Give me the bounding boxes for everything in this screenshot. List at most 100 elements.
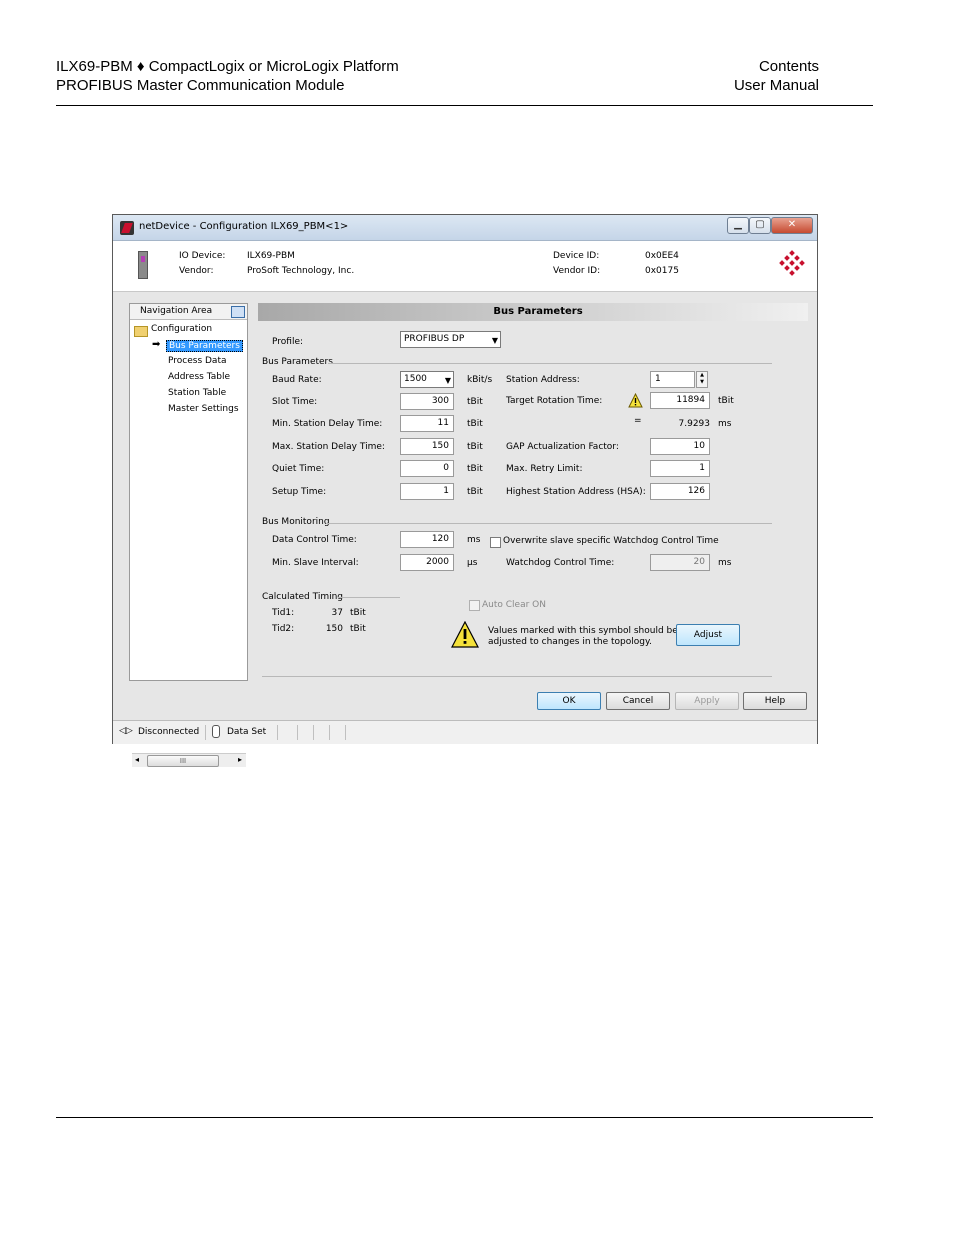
nav-item-station-table[interactable]: Station Table bbox=[168, 388, 226, 398]
station-address-field[interactable]: 1 bbox=[650, 371, 695, 388]
data-control-field[interactable]: 120 bbox=[400, 531, 454, 548]
warning-text-line2: adjusted to changes in the topology. bbox=[488, 637, 652, 647]
min-slave-interval-field[interactable]: 2000 bbox=[400, 554, 454, 571]
baud-rate-unit: kBit/s bbox=[467, 375, 493, 385]
max-station-delay-field[interactable]: 150 bbox=[400, 438, 454, 455]
max-station-delay-label: Max. Station Delay Time: bbox=[272, 442, 385, 452]
baud-rate-value: 1500 bbox=[404, 374, 427, 384]
max-retry-field[interactable]: 1 bbox=[650, 460, 710, 477]
slot-time-field[interactable]: 300 bbox=[400, 393, 454, 410]
baud-rate-label: Baud Rate: bbox=[272, 375, 322, 385]
target-rotation-ms-value: 7.9293 bbox=[678, 419, 711, 429]
io-device-value: ILX69-PBM bbox=[247, 251, 295, 261]
nav-horizontal-scrollbar[interactable]: ◂ III ▸ bbox=[132, 753, 246, 767]
warning-icon bbox=[628, 393, 643, 408]
min-station-delay-label: Min. Station Delay Time: bbox=[272, 419, 383, 429]
bus-monitoring-group-label: Bus Monitoring bbox=[262, 517, 330, 527]
disconnected-icon: ◁▷ bbox=[119, 726, 133, 736]
watchdog-unit: ms bbox=[718, 558, 732, 568]
profile-select[interactable]: PROFIBUS DP ▼ bbox=[400, 331, 501, 348]
watchdog-field[interactable]: 20 bbox=[650, 554, 710, 571]
page-header-right: Contents User Manual bbox=[734, 57, 819, 95]
dataset-status: Data Set bbox=[227, 727, 267, 737]
target-rotation-label: Target Rotation Time: bbox=[506, 396, 603, 406]
navigation-area: Navigation Area Configuration ➡ Bus Para… bbox=[129, 303, 248, 767]
nav-item-process-data[interactable]: Process Data bbox=[168, 356, 227, 366]
window-toggle-icon[interactable] bbox=[231, 306, 245, 318]
navigation-title: Navigation Area bbox=[140, 306, 213, 316]
watchdog-label: Watchdog Control Time: bbox=[506, 558, 615, 568]
dropdown-arrow-icon: ▼ bbox=[444, 376, 451, 385]
tid1-unit: tBit bbox=[350, 608, 366, 618]
hsa-field[interactable]: 126 bbox=[650, 483, 710, 500]
maximize-button[interactable]: ▢ bbox=[749, 217, 771, 234]
adjust-button[interactable]: Adjust bbox=[676, 624, 740, 646]
io-device-label: IO Device: bbox=[179, 251, 226, 261]
status-separator bbox=[345, 725, 346, 740]
dropdown-arrow-icon: ▼ bbox=[491, 336, 498, 345]
min-station-delay-field[interactable]: 11 bbox=[400, 415, 454, 432]
ok-button[interactable]: OK bbox=[537, 692, 601, 710]
min-station-delay-unit: tBit bbox=[467, 419, 483, 429]
minimize-button[interactable]: ▁ bbox=[727, 217, 749, 234]
calculated-timing-group-label: Calculated Timing bbox=[262, 592, 344, 602]
tid1-label: Tid1: bbox=[272, 608, 295, 618]
apply-button[interactable]: Apply bbox=[675, 692, 739, 710]
vendor-value: ProSoft Technology, Inc. bbox=[247, 266, 355, 276]
status-separator bbox=[297, 725, 298, 740]
connection-status: Disconnected bbox=[138, 727, 200, 737]
selected-arrow-icon: ➡ bbox=[152, 339, 161, 350]
scroll-thumb[interactable]: III bbox=[147, 755, 219, 767]
window-title: netDevice - Configuration ILX69_PBM<1> bbox=[139, 221, 349, 232]
device-id-value: 0x0EE4 bbox=[645, 251, 679, 261]
dataset-icon bbox=[212, 725, 220, 738]
tid2-value: 150 bbox=[325, 624, 343, 634]
scroll-right-icon[interactable]: ▸ bbox=[238, 755, 242, 764]
vendor-id-label: Vendor ID: bbox=[553, 266, 601, 276]
help-button[interactable]: Help bbox=[743, 692, 807, 710]
group-divider bbox=[328, 363, 772, 364]
gap-field[interactable]: 10 bbox=[650, 438, 710, 455]
close-button[interactable]: ✕ bbox=[771, 217, 813, 234]
profile-label: Profile: bbox=[272, 337, 304, 347]
auto-clear-checkbox[interactable] bbox=[469, 600, 480, 611]
doc-subtitle: PROFIBUS Master Communication Module bbox=[56, 77, 345, 94]
cancel-button[interactable]: Cancel bbox=[606, 692, 670, 710]
page-header-left: ILX69-PBM ♦ CompactLogix or MicroLogix P… bbox=[56, 57, 399, 95]
slot-time-label: Slot Time: bbox=[272, 397, 318, 407]
setup-time-field[interactable]: 1 bbox=[400, 483, 454, 500]
quiet-time-unit: tBit bbox=[467, 464, 483, 474]
overwrite-watchdog-checkbox[interactable] bbox=[490, 537, 501, 548]
footer-rule bbox=[56, 1117, 873, 1118]
status-separator bbox=[329, 725, 330, 740]
status-separator bbox=[277, 725, 278, 740]
large-warning-icon bbox=[451, 621, 479, 648]
target-rotation-ms-unit: ms bbox=[718, 419, 732, 429]
target-rotation-unit: tBit bbox=[718, 396, 734, 406]
nav-item-bus-parameters[interactable]: Bus Parameters bbox=[166, 340, 243, 352]
auto-clear-label: Auto Clear ON bbox=[482, 600, 546, 610]
vendor-label: Vendor: bbox=[179, 266, 214, 276]
nav-item-address-table[interactable]: Address Table bbox=[168, 372, 230, 382]
group-divider bbox=[338, 597, 400, 598]
vendor-id-value: 0x0175 bbox=[645, 266, 679, 276]
target-rotation-field[interactable]: 11894 bbox=[650, 392, 710, 409]
min-slave-interval-label: Min. Slave Interval: bbox=[272, 558, 359, 568]
data-control-unit: ms bbox=[467, 535, 481, 545]
scroll-left-icon[interactable]: ◂ bbox=[135, 755, 139, 764]
warning-text-line1: Values marked with this symbol should be bbox=[488, 626, 678, 636]
nav-item-master-settings[interactable]: Master Settings bbox=[168, 404, 239, 414]
folder-icon bbox=[134, 326, 148, 337]
quiet-time-field[interactable]: 0 bbox=[400, 460, 454, 477]
doc-type: User Manual bbox=[733, 77, 819, 94]
group-divider bbox=[326, 523, 772, 524]
bottom-divider bbox=[262, 676, 772, 677]
nav-root-configuration[interactable]: Configuration bbox=[151, 324, 212, 334]
navigation-header: Navigation Area bbox=[130, 304, 247, 320]
config-window: netDevice - Configuration ILX69_PBM<1> ▁… bbox=[112, 214, 818, 767]
device-id-label: Device ID: bbox=[553, 251, 600, 261]
equals-sign: = bbox=[634, 416, 642, 426]
station-address-spinner[interactable]: ▲ ▼ bbox=[696, 371, 708, 388]
bus-parameters-group-label: Bus Parameters bbox=[262, 357, 333, 367]
baud-rate-select[interactable]: 1500 ▼ bbox=[400, 371, 454, 388]
